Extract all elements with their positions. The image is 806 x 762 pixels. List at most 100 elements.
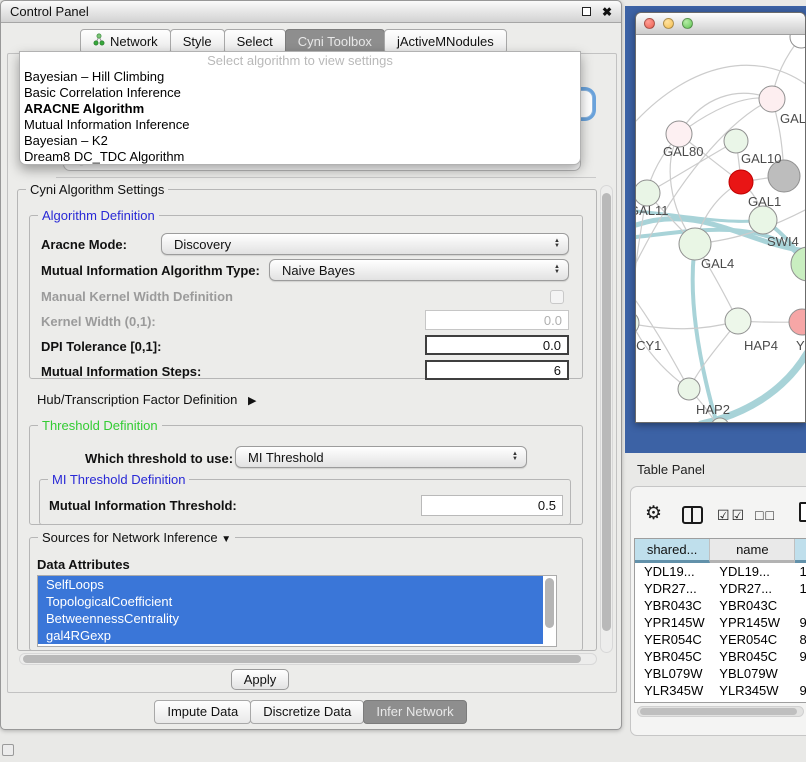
- attribute-topologicalcoefficient[interactable]: TopologicalCoefficient: [38, 593, 543, 610]
- aracne-mode-value: Discovery: [162, 237, 554, 252]
- sources-title[interactable]: Sources for Network Inference ▼: [38, 530, 235, 545]
- spinner-arrows-icon: ▲ ▼: [554, 239, 568, 249]
- data-attributes-list[interactable]: SelfLoopsTopologicalCoefficientBetweenne…: [37, 575, 557, 647]
- mi-algorithm-type-label: Mutual Information Algorithm Type:: [41, 263, 260, 278]
- table-row[interactable]: YER054CYER054C8.: [635, 631, 806, 648]
- split-columns-icon[interactable]: [682, 506, 703, 524]
- algorithm-option-basic-correlation-inference[interactable]: Basic Correlation Inference: [20, 85, 580, 101]
- mi-steps-input[interactable]: 6: [425, 360, 569, 380]
- panel-minimize-icon[interactable]: [2, 744, 14, 756]
- settings-horizontal-scrollbar[interactable]: [19, 653, 597, 665]
- hub-definition-toggle[interactable]: Hub/Transcription Factor Definition ▶: [37, 392, 256, 407]
- network-graph[interactable]: GALGAL80GAL10GAL11GAL1SWI4GAL4GCY1HAP4YH…: [636, 35, 805, 422]
- dpi-tolerance-value: 0.0: [543, 338, 561, 353]
- kernel-width-input[interactable]: 0.0: [425, 310, 569, 330]
- manual-kernel-width-checkbox[interactable]: [550, 290, 564, 304]
- table-panel-title: Table Panel: [637, 462, 705, 477]
- attributes-scrollbar[interactable]: [544, 578, 555, 644]
- table-cell: YBR045C: [710, 648, 795, 665]
- dpi-tolerance-label: DPI Tolerance [0,1]:: [41, 339, 161, 354]
- node-HAP2[interactable]: [678, 378, 700, 400]
- node-GAL1[interactable]: [749, 206, 777, 234]
- table-row[interactable]: YBR045CYBR045C9.: [635, 648, 806, 665]
- algorithm-option-mutual-information-inference[interactable]: Mutual Information Inference: [20, 117, 580, 133]
- attribute-gal4rgexp[interactable]: gal4RGexp: [38, 627, 543, 644]
- table-cell: YBR043C: [635, 597, 710, 614]
- spinner-down-icon: ▼: [512, 457, 518, 462]
- table-row[interactable]: YBR043CYBR043C: [635, 597, 806, 614]
- algorithm-dropdown-items: Bayesian – Hill ClimbingBasic Correlatio…: [20, 69, 580, 165]
- settings-vertical-scrollbar[interactable]: [600, 185, 613, 653]
- which-threshold-select[interactable]: MI Threshold ▲ ▼: [235, 446, 527, 468]
- unchecked-columns-icon[interactable]: □□: [755, 507, 776, 523]
- algorithm-option-dream8-dc-tdc-algorithm[interactable]: Dream8 DC_TDC Algorithm: [20, 149, 580, 165]
- attribute-betweennesscentrality[interactable]: BetweennessCentrality: [38, 610, 543, 627]
- column-header-name[interactable]: name: [710, 539, 795, 563]
- node-label-gal10: GAL10: [741, 151, 781, 166]
- node-HAP4[interactable]: [725, 308, 751, 334]
- bottom-tab-discretize-data[interactable]: Discretize Data: [250, 700, 364, 724]
- data-attributes-items: SelfLoopsTopologicalCoefficientBetweenne…: [38, 576, 556, 644]
- document-icon[interactable]: [799, 502, 806, 522]
- node-selected-red[interactable]: [729, 170, 753, 194]
- table-cell: YLR345W: [710, 682, 795, 699]
- node-Y-partial[interactable]: [789, 309, 805, 335]
- mac-minimize-icon[interactable]: [663, 18, 674, 29]
- node-label-swi4: SWI4: [767, 234, 799, 249]
- table-row[interactable]: YBL079WYBL079W: [635, 665, 806, 682]
- dpi-tolerance-input[interactable]: 0.0: [425, 335, 569, 355]
- table-cell: 8.: [795, 631, 806, 648]
- column-header-2[interactable]: [795, 539, 806, 563]
- float-window-icon[interactable]: [582, 7, 591, 16]
- table-row[interactable]: YIL052CYIL052C9: [635, 699, 806, 703]
- apply-button[interactable]: Apply: [231, 669, 289, 690]
- bottom-tab-infer-network[interactable]: Infer Network: [363, 700, 466, 724]
- mi-algorithm-type-select[interactable]: Naive Bayes ▲ ▼: [269, 259, 569, 281]
- gear-icon[interactable]: ⚙: [645, 502, 662, 525]
- algorithm-option-bayesian-hill-climbing[interactable]: Bayesian – Hill Climbing: [20, 69, 580, 85]
- table-cell: YBR045C: [635, 648, 710, 665]
- table-cell: YIL052C: [635, 699, 710, 703]
- table-body: YDL19...YDL19...13YDR27...YDR27...12YBR0…: [635, 563, 806, 703]
- table-row[interactable]: YDL19...YDL19...13: [635, 563, 806, 580]
- algorithm-option-bayesian-k2[interactable]: Bayesian – K2: [20, 133, 580, 149]
- mac-close-icon[interactable]: [644, 18, 655, 29]
- table-horizontal-scrollbar[interactable]: [637, 706, 804, 717]
- threshold-definition-title: Threshold Definition: [38, 418, 162, 433]
- algorithm-option-aracne-algorithm[interactable]: ARACNE Algorithm: [20, 101, 580, 117]
- manual-kernel-width-label: Manual Kernel Width Definition: [41, 289, 233, 304]
- spinner-arrows-icon: ▲ ▼: [512, 452, 526, 462]
- node-label-gal11: GAL11: [636, 203, 669, 218]
- table-header-row: shared...name: [635, 539, 806, 563]
- mi-steps-value: 6: [554, 363, 561, 378]
- tab-label: Discretize Data: [263, 704, 351, 719]
- hub-definition-label: Hub/Transcription Factor Definition: [37, 392, 237, 407]
- table-row[interactable]: YDR27...YDR27...12: [635, 580, 806, 597]
- table-row[interactable]: YLR345WYLR345W9.: [635, 682, 806, 699]
- tab-label: Cyni Toolbox: [298, 34, 372, 49]
- control-panel-titlebar: Control Panel ✖: [1, 1, 621, 23]
- network-view-window: GALGAL80GAL10GAL11GAL1SWI4GAL4GCY1HAP4YH…: [635, 12, 806, 423]
- table-row[interactable]: YPR145WYPR145W9.: [635, 614, 806, 631]
- network-canvas[interactable]: GALGAL80GAL10GAL11GAL1SWI4GAL4GCY1HAP4YH…: [636, 35, 805, 422]
- table-cell: YBR043C: [710, 597, 795, 614]
- node-top-partial[interactable]: [790, 35, 805, 48]
- network-edge[interactable]: [679, 93, 772, 134]
- cyni-algorithm-settings-title: Cyni Algorithm Settings: [26, 182, 168, 197]
- mac-zoom-icon[interactable]: [682, 18, 693, 29]
- tab-label: Network: [110, 34, 158, 49]
- aracne-mode-select[interactable]: Discovery ▲ ▼: [161, 233, 569, 255]
- node-label-hap4: HAP4: [744, 338, 778, 353]
- node-attribute-table[interactable]: shared...name YDL19...YDL19...13YDR27...…: [634, 538, 806, 703]
- table-cell: YPR145W: [710, 614, 795, 631]
- table-cell: YDL19...: [710, 563, 795, 580]
- close-icon[interactable]: ✖: [602, 7, 612, 17]
- attribute-selfloops[interactable]: SelfLoops: [38, 576, 543, 593]
- checked-columns-icon[interactable]: ☑☑: [717, 507, 746, 524]
- node-GAL10[interactable]: [724, 129, 748, 153]
- node-gal-partial[interactable]: [759, 86, 785, 112]
- bottom-tab-impute-data[interactable]: Impute Data: [154, 700, 251, 724]
- node-label-gcy1: GCY1: [636, 338, 661, 353]
- column-header-shared[interactable]: shared...: [635, 539, 710, 563]
- mi-threshold-input[interactable]: 0.5: [421, 495, 563, 516]
